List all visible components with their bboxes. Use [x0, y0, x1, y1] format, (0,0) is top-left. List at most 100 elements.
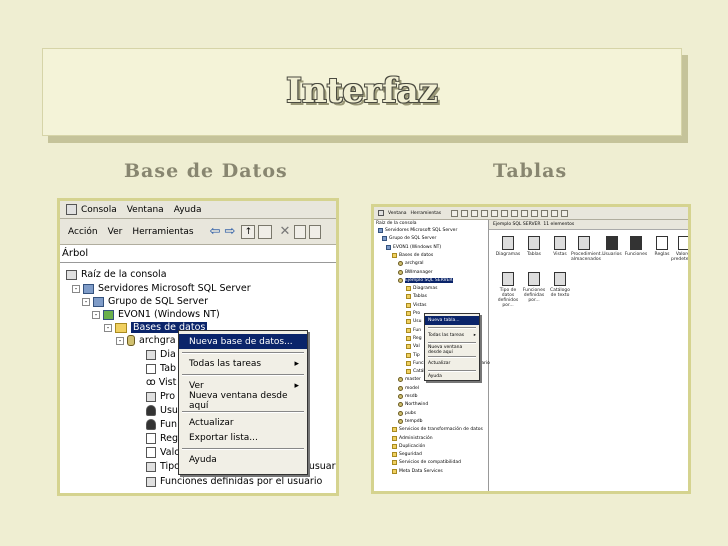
menu-ventana[interactable]: Ventana	[388, 211, 406, 216]
tree-item-funciones-usuario[interactable]: Funciones definidas por el usuario	[146, 476, 322, 487]
tree-item-archgra[interactable]: - archgra	[116, 335, 176, 346]
toolbar-icon[interactable]	[511, 209, 519, 217]
toolbar-icon[interactable]	[461, 209, 469, 217]
toolbar-icon[interactable]	[531, 209, 539, 217]
tree-item[interactable]: Duplicación	[392, 443, 425, 449]
tree-item[interactable]: Fun	[406, 327, 421, 333]
menu-ver[interactable]: Ver	[108, 227, 123, 237]
list-item[interactable]: Diagramas	[495, 236, 521, 257]
tree-node-icon	[406, 286, 411, 292]
tree-item[interactable]: Tip	[406, 352, 420, 358]
delete-icon[interactable]: ✕	[279, 224, 290, 239]
tree-item-procedimientos[interactable]: Pro	[146, 391, 175, 402]
menu-herramientas[interactable]: Herramientas	[132, 227, 193, 237]
tree-item-vistas[interactable]: ꝏ Vist	[146, 377, 176, 388]
tree-item-diagramas[interactable]: Dia	[146, 349, 176, 360]
tree-item-label: Tablas	[413, 294, 427, 300]
toolbar-icon[interactable]	[451, 209, 459, 217]
tree-item[interactable]: Bases de datos	[392, 252, 433, 258]
toolbar-icon[interactable]	[481, 209, 489, 217]
show-tree-icon[interactable]	[258, 224, 273, 239]
list-item[interactable]: Vistas	[547, 236, 573, 257]
toolbar-icon[interactable]	[501, 209, 509, 217]
diagram-icon	[146, 349, 156, 360]
tree-item[interactable]: Pro	[406, 311, 420, 316]
tree-item[interactable]: EVON1 (Windows NT)	[386, 244, 441, 250]
tree-item[interactable]: Seguridad	[392, 452, 422, 458]
tree-item[interactable]: Tablas	[406, 294, 427, 300]
tree-item[interactable]: model	[398, 385, 419, 391]
toolbar-icon[interactable]	[491, 209, 499, 217]
menu-item-nueva-ventana[interactable]: Nueva ventana desde aquí	[425, 345, 479, 355]
tree-item-tablas[interactable]: Tab	[146, 363, 176, 374]
collapse-icon[interactable]: -	[72, 284, 80, 293]
menu-ventana[interactable]: Ventana	[127, 205, 164, 215]
menu-item-todas-tareas[interactable]: Todas las tareas ▸	[179, 356, 307, 371]
menu-item-todas-tareas[interactable]: Todas las tareas ▸	[425, 331, 479, 340]
tree-item[interactable]: Servicios de transformación de datos	[392, 427, 483, 433]
tree-item[interactable]: Administración	[392, 435, 433, 441]
toolbar-icon[interactable]	[521, 209, 529, 217]
list-item[interactable]: Funciones definidas por...	[521, 272, 547, 303]
list-item[interactable]: Valores predetermin...	[671, 236, 688, 262]
up-icon[interactable]: ↑	[241, 224, 256, 239]
menu-item-nueva-base[interactable]: Nueva base de datos...	[179, 334, 307, 349]
tree-item[interactable]: Grupo de SQL Server	[382, 236, 436, 242]
menu-item-exportar[interactable]: Exportar lista...	[179, 430, 307, 445]
tree-item[interactable]: Val	[406, 344, 420, 350]
list-item[interactable]: Catálogo de texto	[547, 272, 573, 298]
collapse-icon[interactable]: -	[92, 310, 100, 319]
tree-item[interactable]: Vistas	[406, 302, 426, 308]
toolbar-icon[interactable]	[561, 209, 569, 217]
list-item[interactable]: Tipo de datos definidos por...	[495, 272, 521, 308]
tree-item[interactable]: Usu	[406, 319, 422, 325]
list-item[interactable]: Procedimient... almacenados	[571, 236, 605, 262]
tree-item[interactable]: Ejemplo SQL SERVER	[398, 277, 453, 283]
tree-item[interactable]: Meta Data Services	[392, 468, 443, 474]
menu-item-nueva-tabla[interactable]: Nueva tabla...	[425, 316, 479, 325]
tree-item-root[interactable]: Raíz de la consola	[66, 269, 167, 280]
tree-item[interactable]: msdb	[398, 394, 417, 399]
tree-item[interactable]: tempdb	[398, 418, 423, 424]
tree-item[interactable]: Northwind	[398, 402, 428, 408]
menu-consola[interactable]: Consola	[81, 205, 117, 215]
list-item[interactable]: Funciones	[623, 236, 649, 257]
tree-item-reglas[interactable]: Reg	[146, 433, 178, 444]
menu-item-ayuda[interactable]: Ayuda	[425, 372, 479, 381]
tree-item-server[interactable]: - EVON1 (Windows NT)	[92, 309, 220, 320]
forward-icon[interactable]: ⇨	[225, 224, 236, 239]
tree-item[interactable]: archgral	[398, 261, 424, 267]
tree-item[interactable]: Diagramas	[406, 286, 437, 292]
tree-item[interactable]: Reg	[406, 335, 422, 341]
tree-item[interactable]: BWmanager	[398, 269, 433, 275]
context-menu: Nueva tabla... Todas las tareas ▸ Nueva v…	[424, 313, 480, 381]
collapse-icon[interactable]: -	[82, 297, 90, 306]
tree-item-funciones[interactable]: Fun	[146, 419, 177, 430]
collapse-icon[interactable]: -	[104, 323, 112, 332]
menu-ayuda[interactable]: Ayuda	[174, 205, 202, 215]
menu-item-actualizar[interactable]: Actualizar	[179, 415, 307, 430]
tree-item-valores[interactable]: Valo	[146, 447, 180, 458]
menu-herramientas[interactable]: Herramientas	[410, 211, 441, 216]
tree-item-group[interactable]: - Grupo de SQL Server	[82, 296, 208, 307]
toolbar-icon[interactable]	[551, 209, 559, 217]
properties-icon[interactable]	[294, 224, 307, 239]
tree-item[interactable]: master	[398, 377, 421, 383]
toolbar-icon[interactable]	[471, 209, 479, 217]
tree-item[interactable]: pubs	[398, 410, 416, 416]
toolbar-icon[interactable]	[541, 209, 549, 217]
tree-node-icon	[398, 277, 403, 283]
menu-item-nueva-ventana[interactable]: Nueva ventana desde aquí	[179, 391, 307, 411]
tree-item-servers[interactable]: - Servidores Microsoft SQL Server	[72, 283, 251, 294]
tree-item-usuarios[interactable]: Usu	[146, 405, 178, 416]
list-item[interactable]: Tablas	[521, 236, 547, 257]
menu-item-ayuda[interactable]: Ayuda	[179, 452, 307, 467]
back-icon[interactable]: ⇦	[210, 224, 221, 239]
menu-item-actualizar[interactable]: Actualizar	[425, 359, 479, 368]
list-item[interactable]: Usuarios	[599, 236, 625, 257]
tree-item[interactable]: Servidores Microsoft SQL Server	[378, 228, 457, 233]
tree-item[interactable]: Servicios de compatibilidad	[392, 460, 461, 466]
menu-accion[interactable]: Acción	[68, 227, 98, 237]
collapse-icon[interactable]: -	[116, 336, 124, 345]
refresh-icon[interactable]	[309, 224, 322, 239]
